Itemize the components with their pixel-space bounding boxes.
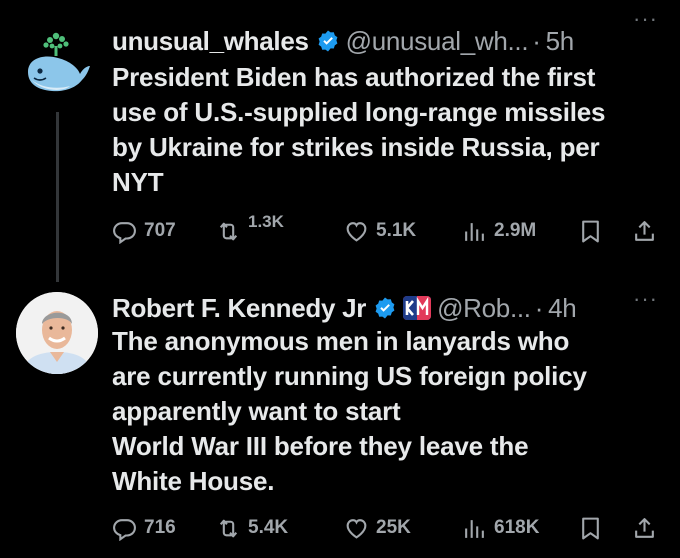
like-button[interactable]: 25K [344, 513, 411, 543]
views-chart-icon [465, 222, 484, 241]
action-bar: 716 5.4K 25K 618K [112, 513, 664, 543]
views-chart-icon [465, 519, 484, 538]
bookmark-icon [582, 220, 599, 242]
repost-icon [219, 222, 238, 240]
separator-dot: · [534, 292, 544, 323]
views-button[interactable]: 2.9M [462, 216, 536, 246]
tweet-text-line: use of U.S.-supplied long-range missiles [112, 97, 606, 127]
share-button[interactable] [632, 216, 657, 246]
timestamp[interactable]: 4h [548, 293, 577, 324]
tweet-2[interactable]: Robert F. Kennedy Jr @Rob... · 4h ··· Th… [0, 280, 680, 558]
verified-badge-icon [375, 297, 395, 319]
reply-button[interactable]: 716 [112, 513, 176, 543]
avatar[interactable] [16, 292, 98, 374]
tweet-text: The anonymous men in lanyards who are cu… [112, 324, 662, 499]
tweet-text-line: White House. [112, 466, 275, 496]
like-count: 25K [376, 517, 411, 538]
heart-icon [346, 518, 367, 539]
tweet-text-line: President Biden has authorized the first [112, 62, 596, 92]
tweet-text-line: are currently running US foreign policy [112, 361, 587, 391]
avatar[interactable] [16, 22, 98, 104]
reply-count: 707 [144, 220, 176, 241]
reply-icon [113, 221, 136, 244]
author-handle[interactable]: @unusual_wh... [346, 26, 529, 57]
more-options-icon[interactable]: ··· [633, 6, 658, 32]
reply-icon [113, 518, 136, 541]
thread-line [56, 112, 59, 282]
repost-icon [219, 519, 238, 537]
affiliate-badge-icon[interactable] [403, 296, 432, 320]
tweet-text-line: apparently want to start [112, 396, 401, 426]
km-logo-icon [403, 296, 432, 320]
verified-badge-icon [318, 30, 338, 52]
tweet-text: President Biden has authorized the first… [112, 60, 662, 200]
tweet-header: Robert F. Kennedy Jr @Rob... · 4h [112, 291, 577, 325]
views-count: 618K [494, 517, 540, 538]
profile-photo [16, 292, 98, 374]
bookmark-button[interactable] [578, 513, 603, 543]
reply-button[interactable]: 707 [112, 216, 176, 246]
bookmark-icon [582, 517, 599, 539]
like-count: 5.1K [376, 220, 417, 241]
repost-button[interactable]: 1.3K [216, 212, 284, 246]
tweet-header: unusual_whales @unusual_wh... · 5h [112, 24, 574, 58]
share-icon [635, 220, 654, 241]
repost-count: 1.3K [248, 212, 284, 231]
separator-dot: · [532, 25, 541, 56]
tweet-text-line: World War III before they leave the [112, 431, 529, 461]
share-icon [635, 517, 654, 538]
share-button[interactable] [632, 513, 657, 543]
tweet-text-line: The anonymous men in lanyards who [112, 326, 570, 356]
action-bar: 707 1.3K 5.1K 2.9M [112, 212, 664, 246]
repost-count: 5.4K [248, 517, 289, 538]
reply-count: 716 [144, 517, 176, 538]
tweet-text-line: NYT [112, 167, 164, 197]
views-count: 2.9M [494, 220, 537, 241]
author-handle[interactable]: @Rob... [437, 293, 531, 324]
whale-icon [16, 22, 98, 104]
bookmark-button[interactable] [578, 216, 603, 246]
more-options-icon[interactable]: ··· [633, 286, 658, 312]
heart-icon [346, 221, 367, 242]
author-name[interactable]: unusual_whales [112, 26, 309, 57]
like-button[interactable]: 5.1K [344, 216, 416, 246]
views-button[interactable]: 618K [462, 513, 539, 543]
tweet-text-line: by Ukraine for strikes inside Russia, pe… [112, 132, 600, 162]
author-name[interactable]: Robert F. Kennedy Jr [112, 293, 366, 324]
repost-button[interactable]: 5.4K [216, 513, 288, 543]
tweet-1[interactable]: unusual_whales @unusual_wh... · 5h ··· P… [0, 0, 680, 282]
timestamp[interactable]: 5h [546, 26, 575, 57]
